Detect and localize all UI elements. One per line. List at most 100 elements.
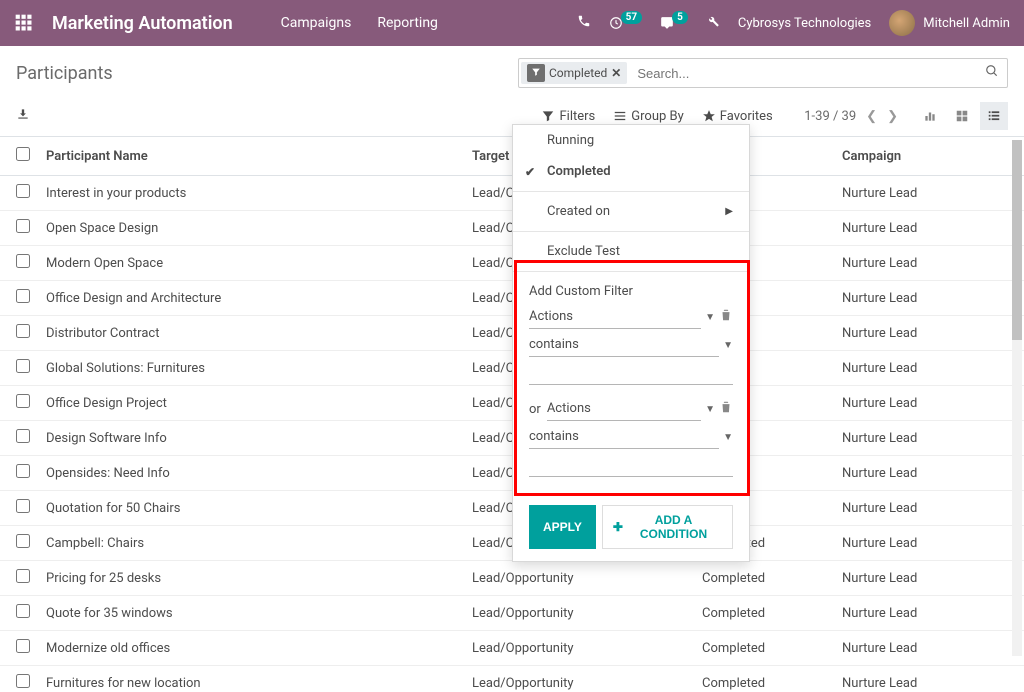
or-label: or bbox=[529, 402, 541, 417]
col-campaign[interactable]: Campaign bbox=[834, 137, 1024, 176]
separator bbox=[513, 231, 749, 232]
nav-reporting[interactable]: Reporting bbox=[377, 15, 438, 31]
row-checkbox[interactable] bbox=[16, 604, 30, 618]
table-row[interactable]: Furnitures for new location Lead/Opportu… bbox=[0, 666, 1024, 692]
cell-model: Lead/Opportunity bbox=[464, 596, 694, 631]
row-checkbox[interactable] bbox=[16, 534, 30, 548]
add-condition-button[interactable]: ✚ ADD A CONDITION bbox=[602, 505, 733, 549]
pager: 1-39 / 39 ❮ ❯ bbox=[804, 109, 898, 124]
row-checkbox[interactable] bbox=[16, 359, 30, 373]
filter-exclude-test[interactable]: Exclude Test bbox=[513, 236, 749, 267]
brand-title[interactable]: Marketing Automation bbox=[52, 13, 233, 34]
cell-campaign: Nurture Lead bbox=[834, 281, 1024, 316]
apps-icon[interactable] bbox=[14, 13, 34, 33]
col-name[interactable]: Participant Name bbox=[38, 137, 464, 176]
groupby-button[interactable]: Group By bbox=[613, 109, 684, 124]
cell-name: Pricing for 25 desks bbox=[38, 561, 464, 596]
cell-status: Completed bbox=[694, 631, 834, 666]
cell-campaign: Nurture Lead bbox=[834, 491, 1024, 526]
cell-campaign: Nurture Lead bbox=[834, 246, 1024, 281]
filter-created-on[interactable]: Created on ▶ bbox=[513, 196, 749, 227]
phone-icon[interactable] bbox=[577, 14, 591, 32]
filter-pill-completed[interactable]: Completed ✕ bbox=[521, 62, 627, 84]
row-checkbox[interactable] bbox=[16, 184, 30, 198]
row-checkbox[interactable] bbox=[16, 569, 30, 583]
breadcrumb: Participants bbox=[16, 63, 113, 84]
view-kanban-icon[interactable] bbox=[948, 102, 976, 130]
pager-range[interactable]: 1-39 / 39 bbox=[804, 109, 856, 124]
row-checkbox[interactable] bbox=[16, 289, 30, 303]
user-menu[interactable]: Mitchell Admin bbox=[889, 10, 1010, 36]
filter-field-select-2[interactable]: Actions bbox=[547, 397, 701, 421]
view-graph-icon[interactable] bbox=[916, 102, 944, 130]
select-all-checkbox[interactable] bbox=[16, 147, 30, 161]
cell-campaign: Nurture Lead bbox=[834, 176, 1024, 211]
row-checkbox[interactable] bbox=[16, 429, 30, 443]
view-list-icon[interactable] bbox=[980, 102, 1008, 130]
cell-campaign: Nurture Lead bbox=[834, 316, 1024, 351]
filter-pill-label: Completed bbox=[549, 66, 607, 80]
filters-dropdown: Running Completed Created on ▶ Exclude T… bbox=[512, 124, 750, 562]
filter-completed[interactable]: Completed bbox=[513, 156, 749, 187]
cell-model: Lead/Opportunity bbox=[464, 666, 694, 692]
company-name[interactable]: Cybrosys Technologies bbox=[738, 16, 871, 31]
filters-button[interactable]: Filters bbox=[541, 109, 595, 124]
separator bbox=[513, 271, 749, 272]
cell-campaign: Nurture Lead bbox=[834, 386, 1024, 421]
caret-down-icon: ▼ bbox=[723, 340, 733, 351]
add-custom-filter-label: Add Custom Filter bbox=[529, 284, 733, 299]
table-row[interactable]: Pricing for 25 desks Lead/Opportunity Co… bbox=[0, 561, 1024, 596]
search-bar[interactable]: Completed ✕ bbox=[518, 58, 1008, 88]
table-row[interactable]: Modernize old offices Lead/Opportunity C… bbox=[0, 631, 1024, 666]
funnel-icon bbox=[527, 64, 545, 82]
cell-status: Completed bbox=[694, 561, 834, 596]
filter-value-input-2[interactable] bbox=[529, 453, 733, 477]
clock-badge[interactable]: 57 bbox=[609, 16, 642, 30]
cell-name: Quote for 35 windows bbox=[38, 596, 464, 631]
row-checkbox[interactable] bbox=[16, 394, 30, 408]
export-icon[interactable] bbox=[16, 107, 30, 125]
table-row[interactable]: Quote for 35 windows Lead/Opportunity Co… bbox=[0, 596, 1024, 631]
apply-button[interactable]: APPLY bbox=[529, 505, 596, 549]
vertical-scrollbar[interactable] bbox=[1012, 140, 1022, 656]
cell-name: Design Software Info bbox=[38, 421, 464, 456]
control-panel: Participants Completed ✕ Filters Group B… bbox=[0, 46, 1024, 132]
delete-condition-2-icon[interactable] bbox=[719, 400, 733, 418]
nav-campaigns[interactable]: Campaigns bbox=[281, 15, 352, 31]
cell-status: Completed bbox=[694, 596, 834, 631]
row-checkbox[interactable] bbox=[16, 674, 30, 688]
user-name: Mitchell Admin bbox=[923, 16, 1010, 31]
cell-name: Distributor Contract bbox=[38, 316, 464, 351]
cell-campaign: Nurture Lead bbox=[834, 526, 1024, 561]
row-checkbox[interactable] bbox=[16, 639, 30, 653]
row-checkbox[interactable] bbox=[16, 499, 30, 513]
row-checkbox[interactable] bbox=[16, 219, 30, 233]
wrench-icon[interactable] bbox=[706, 14, 720, 32]
row-checkbox[interactable] bbox=[16, 324, 30, 338]
pager-prev-icon[interactable]: ❮ bbox=[866, 109, 877, 124]
scrollbar-thumb[interactable] bbox=[1012, 140, 1022, 340]
plus-icon: ✚ bbox=[613, 520, 623, 534]
filter-op-select-2[interactable]: contains bbox=[529, 425, 719, 449]
cell-campaign: Nurture Lead bbox=[834, 456, 1024, 491]
cell-model: Lead/Opportunity bbox=[464, 561, 694, 596]
cell-name: Modernize old offices bbox=[38, 631, 464, 666]
filter-value-input-1[interactable] bbox=[529, 361, 733, 385]
row-checkbox[interactable] bbox=[16, 254, 30, 268]
cell-name: Open Space Design bbox=[38, 211, 464, 246]
pager-next-icon[interactable]: ❯ bbox=[887, 109, 898, 124]
chat-badge[interactable]: 5 bbox=[660, 16, 688, 30]
filter-field-select-1[interactable]: Actions bbox=[529, 305, 701, 329]
search-icon[interactable] bbox=[977, 64, 1007, 82]
cell-campaign: Nurture Lead bbox=[834, 596, 1024, 631]
filter-running[interactable]: Running bbox=[513, 125, 749, 156]
cell-name: Furnitures for new location bbox=[38, 666, 464, 692]
search-input[interactable] bbox=[629, 66, 977, 81]
delete-condition-1-icon[interactable] bbox=[719, 308, 733, 326]
row-checkbox[interactable] bbox=[16, 464, 30, 478]
favorites-button[interactable]: Favorites bbox=[702, 109, 773, 124]
caret-down-icon: ▼ bbox=[705, 404, 715, 415]
filter-op-select-1[interactable]: contains bbox=[529, 333, 719, 357]
cell-campaign: Nurture Lead bbox=[834, 631, 1024, 666]
filter-pill-remove[interactable]: ✕ bbox=[611, 66, 621, 80]
